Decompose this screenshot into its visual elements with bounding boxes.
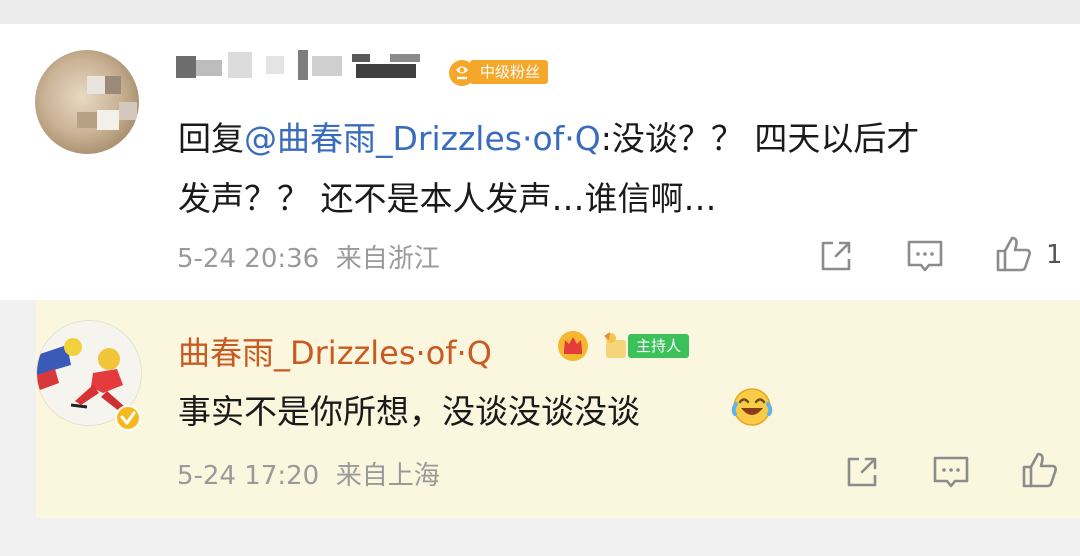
- share-icon[interactable]: [816, 236, 856, 276]
- mention-link[interactable]: @曲春雨_Drizzles·of·Q: [244, 119, 601, 158]
- share-icon[interactable]: [842, 452, 882, 492]
- reply-location: 来自上海: [335, 461, 440, 491]
- crown-icon: [558, 331, 588, 361]
- host-icon: [604, 332, 626, 358]
- top-separator: [0, 0, 1080, 24]
- comment-time: 5-24 20:36: [177, 244, 320, 274]
- username-obscured: [176, 50, 436, 84]
- avatar[interactable]: [35, 50, 139, 154]
- verified-icon: [115, 405, 141, 431]
- comment-text-line-2: 发声？？ 还不是本人发声…谁信啊…: [178, 179, 717, 218]
- comment-icon[interactable]: [905, 236, 945, 276]
- comment-meta: 5-24 20:36 来自浙江: [177, 238, 440, 275]
- comment-text-rest: :没谈？？ 四天以后才: [600, 119, 920, 158]
- bottom-separator: [0, 518, 1080, 556]
- host-badge: 主持人: [628, 334, 690, 358]
- like-icon[interactable]: [1020, 450, 1060, 490]
- reply-time: 5-24 17:20: [177, 461, 320, 491]
- reply-prefix: 回复: [178, 119, 244, 158]
- laugh-emoji-icon: [731, 388, 773, 426]
- comment-location: 来自浙江: [335, 244, 440, 274]
- comment-icon[interactable]: [931, 452, 971, 492]
- fan-level-badge: 中级粉丝: [470, 60, 549, 84]
- reply-text: 事实不是你所想，没谈没谈没谈: [178, 392, 640, 431]
- comment-text-line-1: 回复@曲春雨_Drizzles·of·Q:没谈？？ 四天以后才: [178, 112, 919, 160]
- reply-meta: 5-24 17:20 来自上海: [177, 455, 440, 492]
- reply-username[interactable]: 曲春雨_Drizzles·of·Q: [178, 328, 492, 374]
- like-icon[interactable]: [994, 234, 1034, 274]
- like-count: 1: [1046, 240, 1063, 270]
